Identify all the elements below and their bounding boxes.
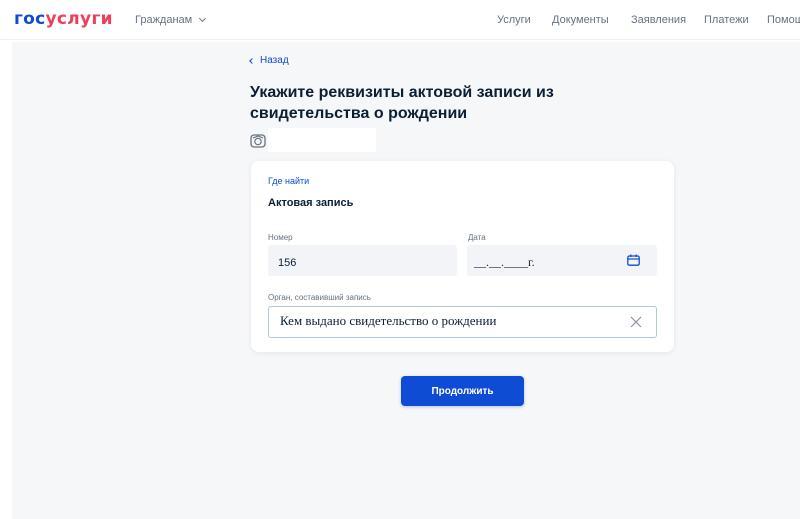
section-title: Актовая запись: [268, 197, 354, 209]
back-arrow-icon: [249, 57, 255, 64]
logo-part-gos: гос: [14, 9, 46, 29]
page-title: Укажите реквизиты актовой записи из свид…: [250, 84, 554, 122]
logo-part-uslugi: услуги: [45, 9, 113, 29]
chevron-down-icon: [199, 14, 207, 23]
date-label: Дата: [468, 233, 486, 242]
continue-button-label: Продолжить: [431, 385, 494, 397]
back-link[interactable]: Назад: [249, 55, 289, 66]
number-label: Номер: [268, 233, 293, 242]
nav-applications[interactable]: Заявления: [631, 14, 686, 26]
nav-payments[interactable]: Платежи: [704, 14, 749, 26]
org-value: Кем выдано свидетельство о рождении: [280, 313, 497, 328]
date-value: __.__.____г.: [474, 255, 535, 269]
nav-documents[interactable]: Документы: [552, 14, 609, 26]
document-icon: [250, 134, 266, 148]
redacted-area: [268, 128, 376, 152]
nav-help[interactable]: Помощь: [767, 14, 800, 26]
where-to-find-link[interactable]: Где найти: [268, 176, 309, 186]
number-value: 156: [278, 257, 297, 269]
citizens-menu[interactable]: Гражданам: [135, 14, 207, 26]
continue-button[interactable]: Продолжить: [401, 376, 524, 406]
calendar-icon[interactable]: [627, 254, 640, 266]
top-header: госуслуги Гражданам Услуги Документы Зая…: [0, 0, 800, 40]
back-link-label: Назад: [260, 55, 289, 66]
close-icon[interactable]: [629, 315, 643, 329]
gosuslugi-logo[interactable]: госуслуги: [14, 9, 113, 29]
org-label: Орган, составивший запись: [268, 293, 371, 302]
citizens-menu-label: Гражданам: [135, 14, 193, 26]
nav-services[interactable]: Услуги: [497, 14, 531, 26]
